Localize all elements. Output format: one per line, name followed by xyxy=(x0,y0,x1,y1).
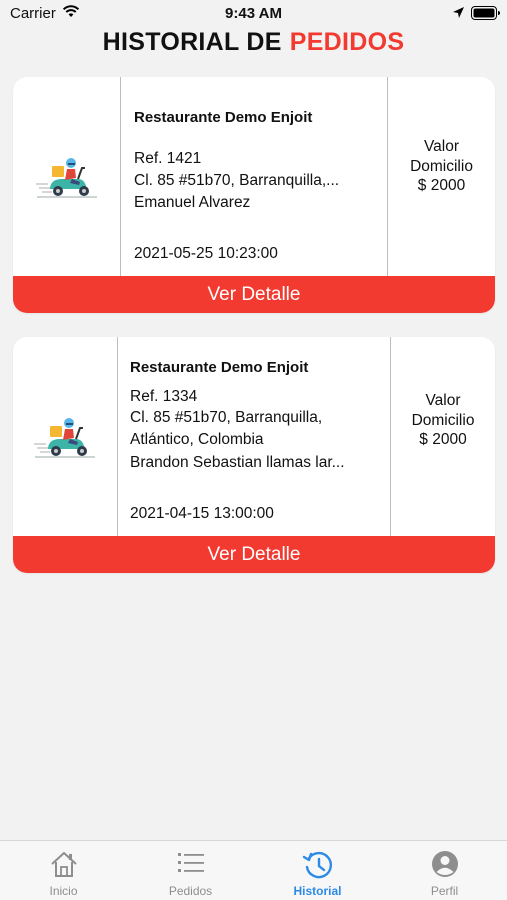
delivery-scooter-icon xyxy=(35,157,97,197)
order-ref: Ref. 1421 xyxy=(134,150,202,167)
history-icon xyxy=(302,851,332,879)
order-customer: Emanuel Alvarez xyxy=(134,194,251,211)
value-label: Valor xyxy=(423,138,460,156)
page-title-accent: PEDIDOS xyxy=(289,28,405,56)
clock: 9:43 AM xyxy=(225,5,282,22)
home-icon xyxy=(50,852,77,877)
order-info: Restaurante Demo Enjoit Ref. 1334 Cl. 85… xyxy=(117,337,391,536)
battery-icon xyxy=(471,6,500,20)
tab-historial[interactable]: Historial xyxy=(254,841,381,900)
value-amount: $ 2000 xyxy=(417,177,466,195)
restaurant-name: Restaurante Demo Enjoit xyxy=(130,359,309,376)
value-label-domicilio: Domicilio xyxy=(410,157,473,175)
order-address: Cl. 85 #51b70, Barranquilla,... xyxy=(134,172,340,189)
order-value: Valor Domicilio $ 2000 xyxy=(391,337,495,536)
order-address-line-2: Atlántico, Colombia xyxy=(130,431,264,448)
order-image xyxy=(13,77,120,276)
value-amount: $ 2000 xyxy=(419,431,467,449)
profile-icon xyxy=(431,851,458,877)
ver-detalle-button[interactable]: Ver Detalle xyxy=(13,536,495,573)
order-card: Restaurante Demo Enjoit Ref. 1334 Cl. 85… xyxy=(13,337,495,573)
status-bar: Carrier 9:43 AM xyxy=(0,0,507,30)
order-image xyxy=(13,337,117,536)
order-card-body: Restaurante Demo Enjoit Ref. 1334 Cl. 85… xyxy=(13,337,495,536)
restaurant-name: Restaurante Demo Enjoit xyxy=(134,109,313,126)
order-info: Restaurante Demo Enjoit Ref. 1421 Cl. 85… xyxy=(120,77,388,276)
order-card-body: Restaurante Demo Enjoit Ref. 1421 Cl. 85… xyxy=(13,77,495,276)
tab-label: Inicio xyxy=(49,884,78,898)
order-value: Valor Domicilio $ 2000 xyxy=(388,77,495,276)
value-label: Valor xyxy=(425,392,461,410)
value-label-domicilio: Domicilio xyxy=(411,411,475,429)
page-title: HISTORIAL DE PEDIDOS xyxy=(0,28,507,57)
order-address: Cl. 85 #51b70, Barranquilla, xyxy=(130,409,323,426)
tab-bar: Inicio Pedidos Historial Perfil xyxy=(0,840,507,900)
list-icon xyxy=(177,853,204,872)
tab-label: Pedidos xyxy=(168,884,213,898)
tab-perfil[interactable]: Perfil xyxy=(381,841,507,900)
order-card: Restaurante Demo Enjoit Ref. 1421 Cl. 85… xyxy=(13,77,495,313)
order-customer: Brandon Sebastian llamas lar... xyxy=(130,454,345,471)
tab-inicio[interactable]: Inicio xyxy=(0,841,127,900)
location-arrow-icon xyxy=(453,7,464,18)
order-datetime: 2021-05-25 10:23:00 xyxy=(134,245,278,262)
tab-label: Perfil xyxy=(430,884,459,898)
order-ref: Ref. 1334 xyxy=(130,388,198,405)
page-title-main: HISTORIAL DE xyxy=(102,28,282,56)
delivery-scooter-icon xyxy=(34,417,95,457)
tab-pedidos[interactable]: Pedidos xyxy=(127,841,254,900)
ver-detalle-button[interactable]: Ver Detalle xyxy=(13,276,495,313)
tab-label: Historial xyxy=(293,884,342,898)
order-datetime: 2021-04-15 13:00:00 xyxy=(130,505,274,522)
